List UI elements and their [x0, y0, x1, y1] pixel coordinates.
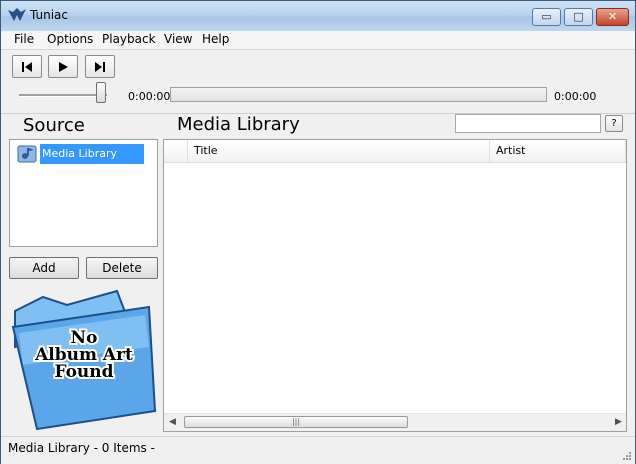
menu-bar: File Options Playback View Help [1, 31, 635, 50]
search-help-button[interactable]: ? [605, 115, 623, 132]
add-source-button[interactable]: Add [9, 257, 79, 279]
skip-previous-icon [22, 62, 32, 72]
menu-file[interactable]: File [14, 32, 34, 46]
search-input[interactable] [455, 114, 601, 133]
window-title: Tuniac [30, 8, 69, 22]
media-library-header: Media Library [177, 114, 300, 135]
menu-view[interactable]: View [164, 32, 192, 46]
column-header-title[interactable]: Title [188, 140, 490, 163]
next-button[interactable] [85, 55, 115, 78]
close-button[interactable]: ✕ [596, 8, 629, 26]
column-header-artist[interactable]: Artist [490, 140, 626, 163]
remaining-time: 0:00:00 [554, 90, 597, 103]
app-window: Tuniac ▭ □ ✕ File Options Playback View … [0, 0, 636, 464]
menu-playback[interactable]: Playback [102, 32, 156, 46]
source-header: Source [23, 115, 85, 136]
resize-grip-icon[interactable] [622, 451, 632, 461]
seek-bar[interactable] [170, 87, 547, 102]
transport-toolbar: 0:00:00 0:00:00 [1, 50, 635, 114]
minimize-icon: ▭ [541, 10, 552, 23]
horizontal-scrollbar[interactable]: ◀ ||| ▶ [164, 413, 626, 431]
maximize-icon: □ [573, 10, 584, 23]
play-icon [59, 62, 68, 72]
play-button[interactable] [48, 55, 78, 78]
elapsed-time: 0:00:00 [128, 90, 171, 103]
title-bar[interactable]: Tuniac ▭ □ ✕ [1, 1, 635, 31]
minimize-button[interactable]: ▭ [532, 8, 561, 26]
tuniac-logo-icon [8, 8, 26, 21]
no-art-line-3: Found [54, 362, 113, 382]
media-library-icon [17, 145, 37, 163]
volume-slider-thumb[interactable] [96, 82, 106, 103]
close-icon: ✕ [607, 10, 618, 23]
scroll-thumb[interactable]: ||| [184, 416, 408, 428]
source-list[interactable]: Media Library [9, 139, 158, 247]
menu-help[interactable]: Help [202, 32, 229, 46]
status-bar: Media Library - 0 Items - [1, 436, 635, 464]
scroll-right-icon[interactable]: ▶ [615, 417, 622, 427]
scroll-left-icon[interactable]: ◀ [169, 417, 176, 427]
menu-options[interactable]: Options [47, 32, 93, 46]
source-item-label: Media Library [40, 144, 144, 164]
column-header-blank[interactable] [164, 140, 188, 163]
previous-button[interactable] [12, 55, 42, 78]
volume-slider-track[interactable] [19, 94, 107, 97]
album-art-placeholder: No Album Art Found [11, 289, 157, 431]
skip-next-icon [95, 62, 105, 72]
status-text: Media Library - 0 Items - [8, 441, 155, 455]
delete-source-button[interactable]: Delete [86, 257, 158, 279]
source-item-media-library[interactable]: Media Library [16, 142, 144, 166]
maximize-button[interactable]: □ [564, 8, 593, 26]
track-list[interactable]: Title Artist ◀ ||| ▶ [163, 139, 627, 432]
